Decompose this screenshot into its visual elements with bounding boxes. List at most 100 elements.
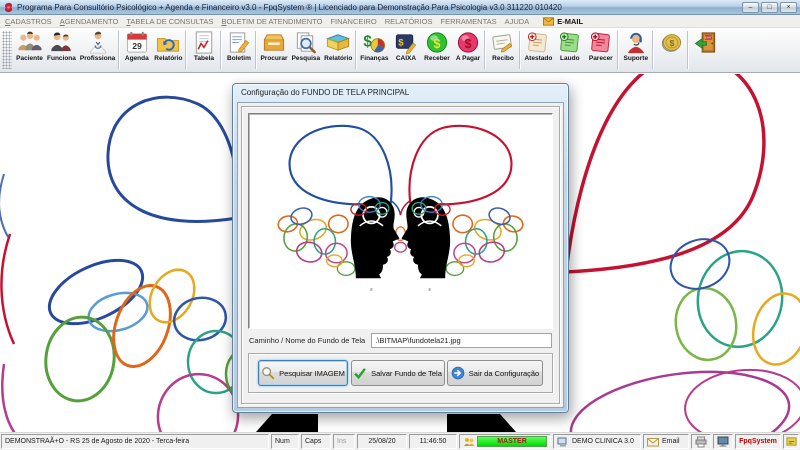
- toolbar-label: Recibo: [492, 55, 514, 62]
- toolbar-button-laudo[interactable]: Laudo: [554, 29, 585, 71]
- toolbar-button-atestado[interactable]: Atestado: [522, 29, 554, 71]
- toolbar: Paciente Funciona Profissiona 29 Agenda …: [0, 28, 800, 73]
- toolbar-label: Pesquisa: [291, 55, 321, 62]
- menu-relatorios[interactable]: RELATÓRIOS: [385, 17, 433, 26]
- status-monitor-panel[interactable]: [713, 434, 733, 449]
- titlebar[interactable]: Programa Para Consultório Psicológico + …: [0, 0, 800, 15]
- email-label: Email: [662, 438, 680, 445]
- exit-door-icon: EXIT: [694, 32, 715, 53]
- a-pagar-icon: $: [457, 32, 479, 53]
- path-row: Caminho / Nome do Fundo de Tela: [248, 329, 553, 351]
- svg-text:$: $: [398, 37, 404, 48]
- dialog-panel: Caminho / Nome do Fundo de Tela Pesquisa…: [241, 106, 560, 404]
- toolbar-button-relatorio-pesquisa[interactable]: Relatório: [322, 29, 354, 71]
- toolbar-button-financas[interactable]: $ Finanças: [358, 29, 390, 71]
- status-date-panel: 25/08/20: [357, 434, 407, 449]
- dialog-button-strip: Pesquisar IMAGEM Salvar Fundo de Tela Sa…: [248, 353, 553, 393]
- status-info-text: DEMONSTRAÃ+O - RS 25 de Agosto de 2020 -…: [5, 438, 190, 445]
- status-time: 11:46:50: [419, 438, 447, 445]
- status-printer-panel[interactable]: [691, 434, 711, 449]
- toolbar-button-moeda[interactable]: $: [655, 29, 686, 71]
- toolbar-button-suporte[interactable]: Suporte: [620, 29, 651, 71]
- status-email-panel[interactable]: Email: [643, 434, 689, 449]
- minimize-button[interactable]: –: [742, 1, 759, 13]
- toolbar-separator: [519, 31, 522, 69]
- toolbar-button-recibo[interactable]: Recibo: [487, 29, 518, 71]
- green-check-icon: [354, 368, 367, 380]
- toolbar-separator: [220, 31, 223, 69]
- printer-icon: [695, 436, 707, 447]
- search-image-button[interactable]: Pesquisar IMAGEM: [258, 360, 348, 386]
- dialog-titlebar[interactable]: Configuração do FUNDO DE TELA PRINCIPAL: [233, 84, 568, 101]
- menu-ajuda[interactable]: AJUDA: [505, 17, 530, 26]
- toolbar-button-tabela[interactable]: Tabela: [188, 29, 219, 71]
- toolbar-button-receber[interactable]: $ Receber: [421, 29, 452, 71]
- toolbar-label: Relatório: [324, 55, 353, 62]
- computer-icon: [557, 437, 567, 446]
- menu-financeiro[interactable]: FINANCEIRO: [330, 17, 376, 26]
- wallpaper-preview: [248, 113, 553, 329]
- toolbar-group-pesquisa: Procurar Pesquisa Relatório: [258, 29, 354, 71]
- toolbar-label: Profissiona: [79, 55, 116, 62]
- toolbar-gripper: [2, 31, 12, 69]
- toolbar-button-profissiona[interactable]: Profissiona: [78, 29, 117, 71]
- profissional-icon: [89, 31, 106, 54]
- toolbar-button-paciente[interactable]: Paciente: [14, 29, 45, 71]
- status-num-panel: Num: [271, 434, 299, 449]
- toolbar-separator: [617, 31, 620, 69]
- toolbar-group-boletim: Boletim: [223, 29, 254, 71]
- toolbar-button-agenda[interactable]: 29 Agenda: [121, 29, 152, 71]
- menu-agendamento[interactable]: AGENDAMENTO: [60, 17, 119, 26]
- status-session-panel: [783, 434, 799, 449]
- toolbar-button-parecer[interactable]: Parecer: [585, 29, 616, 71]
- procurar-icon: [263, 34, 285, 51]
- toolbar-button-pesquisa[interactable]: Pesquisa: [290, 29, 323, 71]
- status-info-panel: DEMONSTRAÃ+O - RS 25 de Agosto de 2020 -…: [1, 434, 269, 449]
- close-button[interactable]: ×: [780, 1, 797, 13]
- toolbar-group-recibo: Recibo: [487, 29, 518, 71]
- pesquisa-icon: [296, 32, 316, 54]
- caps-lock-indicator: Caps: [305, 438, 322, 445]
- menu-tabela-de-consultas[interactable]: TABELA DE CONSULTAS: [126, 17, 213, 26]
- relatorio-caixa-icon: [326, 34, 351, 51]
- menu-boletim-de-atendimento[interactable]: BOLETIM DE ATENDIMENTO: [221, 17, 322, 26]
- toolbar-label: Suporte: [623, 55, 649, 62]
- toolbar-button-caixa[interactable]: $ CAIXA: [390, 29, 421, 71]
- toolbar-label: Receber: [424, 55, 450, 62]
- menu-email[interactable]: E-MAIL: [557, 17, 583, 26]
- status-date: 25/08/20: [368, 438, 396, 445]
- toolbar-label: Laudo: [560, 55, 580, 62]
- status-user-panel: MASTER: [459, 434, 551, 449]
- toolbar-label: Agenda: [124, 55, 149, 62]
- menu-cadastros[interactable]: CADASTROS: [5, 17, 52, 26]
- toolbar-button-procurar[interactable]: Procurar: [258, 29, 289, 71]
- exit-config-button[interactable]: Sair da Configuração: [447, 360, 543, 386]
- toolbar-separator: [255, 31, 258, 69]
- receber-icon: $: [426, 32, 448, 53]
- status-time-panel: 11:46:50: [409, 434, 457, 449]
- statusbar: DEMONSTRAÃ+O - RS 25 de Agosto de 2020 -…: [0, 432, 800, 450]
- status-brand-panel: FpqSystem: [735, 434, 781, 449]
- status-clinic-panel: DEMO CLINICA 3.0: [553, 434, 641, 449]
- users-icon: [464, 437, 475, 446]
- toolbar-label: Boletim: [227, 55, 251, 62]
- toolbar-button-boletim[interactable]: Boletim: [223, 29, 254, 71]
- toolbar-button-relatorio-agenda[interactable]: Relatório: [152, 29, 184, 71]
- agenda-calendar-icon: 29: [126, 31, 147, 53]
- toolbar-button-a-pagar[interactable]: $ A Pagar: [452, 29, 483, 71]
- maximize-button[interactable]: □: [761, 1, 778, 13]
- menu-ferramentas[interactable]: FERRAMENTAS: [441, 17, 497, 26]
- blue-arrow-icon: [451, 366, 465, 380]
- path-input[interactable]: [371, 332, 552, 348]
- save-wallpaper-button[interactable]: Salvar Fundo de Tela: [350, 360, 445, 386]
- caixa-icon: $: [395, 34, 417, 55]
- menubar: CADASTROS AGENDAMENTO TABELA DE CONSULTA…: [0, 15, 800, 28]
- path-label: Caminho / Nome do Fundo de Tela: [249, 335, 366, 345]
- toolbar-label: Atestado: [524, 55, 553, 62]
- toolbar-button-sair[interactable]: EXIT: [690, 29, 721, 71]
- toolbar-button-funciona[interactable]: Funciona: [45, 29, 78, 71]
- agenda-day: 29: [132, 41, 142, 51]
- toolbar-group-agenda: 29 Agenda Relatório: [121, 29, 184, 71]
- config-dialog: Configuração do FUNDO DE TELA PRINCIPAL: [232, 83, 569, 413]
- suporte-icon: [628, 32, 644, 54]
